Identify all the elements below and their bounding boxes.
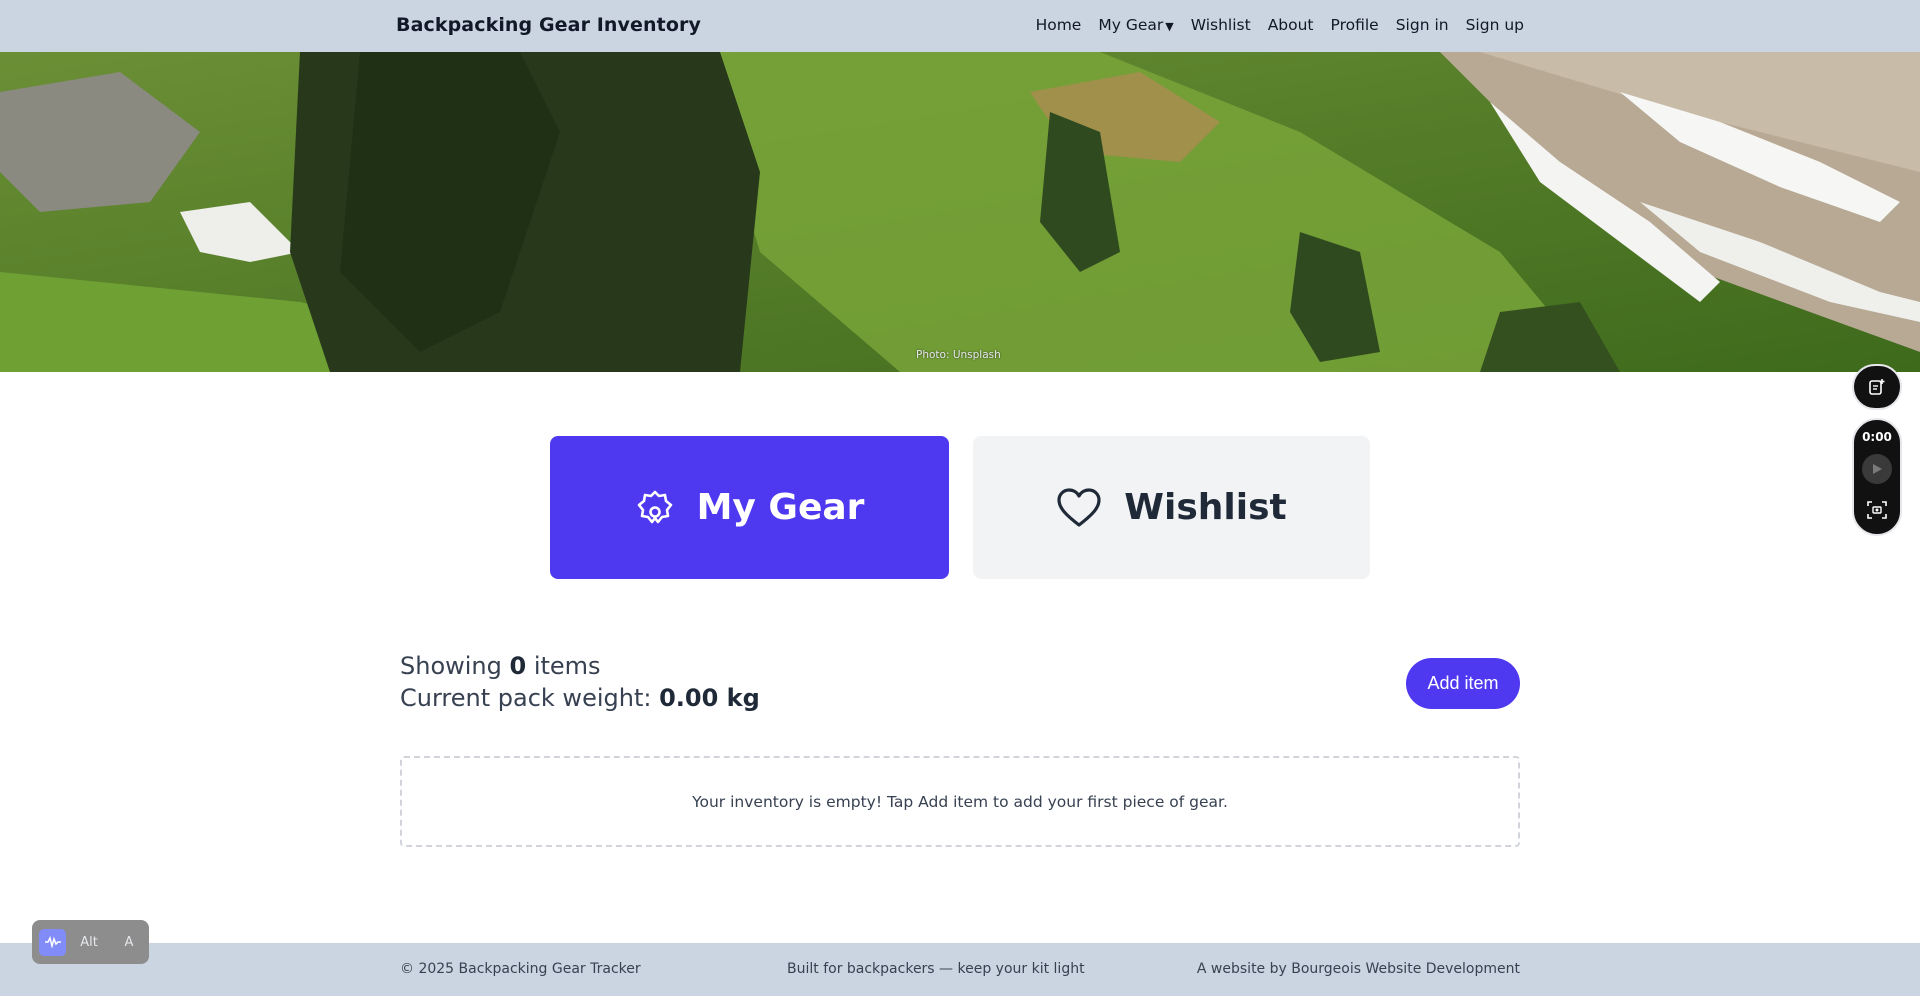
showing-suffix: items [526, 652, 601, 680]
main-nav: Home My Gear ▼ Wishlist About Profile Sig… [1036, 16, 1524, 34]
recorder-play-button[interactable] [1862, 454, 1892, 484]
add-item-button[interactable]: Add item [1406, 658, 1520, 709]
gear-cog-icon [637, 490, 672, 523]
nav-my-gear-label: My Gear [1098, 16, 1164, 34]
nav-home[interactable]: Home [1036, 16, 1082, 34]
wishlist-tab-label: Wishlist [1124, 487, 1287, 528]
nav-profile[interactable]: Profile [1331, 16, 1379, 34]
caret-down-icon: ▼ [1165, 20, 1174, 33]
nav-wishlist[interactable]: Wishlist [1191, 16, 1251, 34]
empty-inventory-message: Your inventory is empty! Tap Add item to… [400, 756, 1520, 847]
pack-weight-value: 0.00 kg [659, 684, 760, 712]
footer-credit[interactable]: A website by Bourgeois Website Developme… [1197, 961, 1520, 977]
a-key-label: A [124, 934, 134, 950]
showing-prefix: Showing [400, 652, 510, 680]
top-navbar: Backpacking Gear Inventory Home My Gear ▼… [0, 0, 1920, 52]
heart-icon [1057, 487, 1101, 527]
recorder-time: 0:00 [1862, 430, 1892, 444]
item-count-line: Showing 0 items [400, 650, 760, 682]
nav-sign-up[interactable]: Sign up [1466, 16, 1524, 34]
item-count: 0 [509, 652, 527, 680]
weight-prefix: Current pack weight: [400, 684, 660, 712]
screen-recorder-widget: 0:00 [1852, 418, 1902, 536]
alt-key-label: Alt [80, 934, 98, 950]
recorder-capture-button[interactable] [1866, 500, 1888, 524]
keyboard-shortcut-widget[interactable]: Alt A [32, 920, 149, 964]
screenshot-capture-icon [1867, 501, 1887, 519]
play-icon [1873, 464, 1882, 474]
wishlist-tab-button[interactable]: Wishlist [973, 436, 1370, 579]
mountain-landscape-illustration [0, 52, 1920, 372]
nav-about[interactable]: About [1268, 16, 1314, 34]
footer-tagline: Built for backpackers — keep your kit li… [787, 961, 1085, 977]
photo-credit[interactable]: Photo: Unsplash [916, 349, 1001, 361]
notes-floating-button[interactable] [1852, 364, 1902, 410]
hero-banner-image: Photo: Unsplash [0, 52, 1920, 372]
add-note-icon [1869, 379, 1885, 395]
pack-weight-line: Current pack weight: 0.00 kg [400, 682, 760, 714]
site-footer: © 2025 Backpacking Gear Tracker Built fo… [0, 943, 1920, 996]
audio-wave-icon [39, 928, 66, 956]
footer-copyright: © 2025 Backpacking Gear Tracker [400, 961, 641, 977]
inventory-summary: Showing 0 items Current pack weight: 0.0… [400, 650, 760, 714]
nav-sign-in[interactable]: Sign in [1396, 16, 1449, 34]
empty-message-text: Your inventory is empty! Tap Add item to… [692, 792, 1228, 811]
site-brand[interactable]: Backpacking Gear Inventory [396, 14, 701, 36]
my-gear-tab-label: My Gear [696, 487, 865, 528]
nav-my-gear-dropdown[interactable]: My Gear ▼ [1098, 16, 1173, 34]
my-gear-tab-button[interactable]: My Gear [550, 436, 949, 579]
